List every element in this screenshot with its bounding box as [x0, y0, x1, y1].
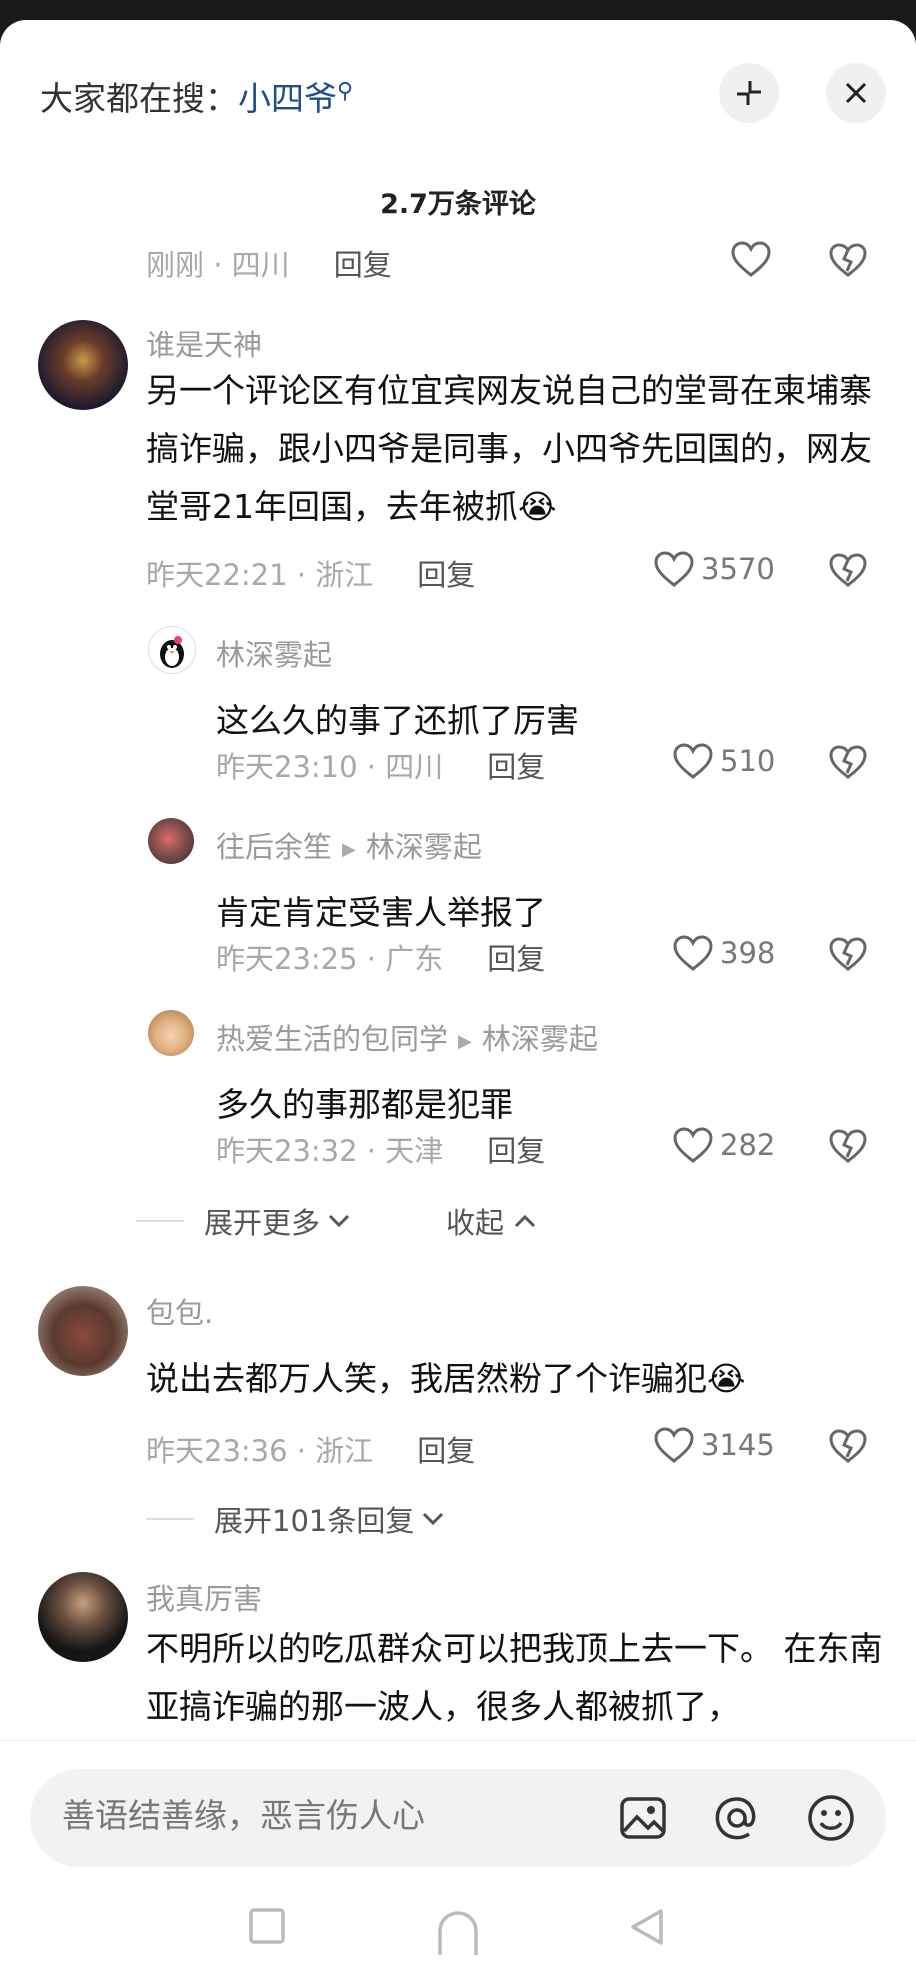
- like-button[interactable]: 510: [672, 742, 775, 780]
- square-icon: [249, 1908, 285, 1944]
- trending-prefix: 大家都在搜：: [40, 79, 238, 118]
- avatar[interactable]: [148, 626, 196, 674]
- heart-icon: [673, 1127, 713, 1163]
- collapse-button[interactable]: 收起: [446, 1200, 538, 1242]
- dislike-icon: [829, 937, 867, 971]
- reply-username[interactable]: 林深雾起: [216, 632, 332, 674]
- recent-apps-button[interactable]: [248, 1907, 286, 1949]
- heart-icon: [654, 551, 694, 587]
- avatar[interactable]: [38, 1572, 128, 1662]
- reply-button[interactable]: 回复: [417, 558, 475, 592]
- comment-text: 说出去都万人笑，我居然粉了个诈骗犯😭: [146, 1359, 746, 1398]
- divider: [136, 1220, 184, 1222]
- circle-icon: [438, 1911, 478, 1955]
- avatar[interactable]: [38, 1286, 128, 1376]
- trending-query[interactable]: 小四爷: [238, 79, 337, 118]
- chevron-down-icon: [328, 1214, 350, 1228]
- chevron-down-icon: [423, 1512, 444, 1526]
- back-button[interactable]: [628, 1907, 666, 1951]
- comment-input-bar: [0, 1740, 916, 1961]
- reply-button[interactable]: 回复: [487, 942, 545, 976]
- dislike-icon: [829, 745, 867, 779]
- comment-input[interactable]: [60, 1795, 584, 1836]
- like-count: 282: [720, 1128, 776, 1162]
- comment-username[interactable]: 包包.: [146, 1290, 213, 1332]
- like-count: 3570: [701, 552, 775, 586]
- avatar[interactable]: [148, 818, 194, 864]
- dislike-icon: [829, 1429, 867, 1463]
- divider: [146, 1518, 194, 1520]
- dislike-button[interactable]: [828, 1428, 868, 1468]
- emoji-button[interactable]: [806, 1793, 856, 1847]
- emoji-icon: [808, 1795, 854, 1841]
- like-count: 398: [720, 936, 776, 970]
- avatar[interactable]: [148, 1010, 194, 1056]
- reply-meta: 昨天23:25 · 广东 回复: [216, 942, 546, 976]
- home-button[interactable]: [434, 1907, 482, 1959]
- reply-button[interactable]: 回复: [487, 750, 545, 784]
- like-button[interactable]: 282: [672, 1126, 775, 1164]
- crying-emoji: 😭: [707, 1359, 746, 1398]
- reply-username[interactable]: 热爱生活的包同学 ▶ 林深雾起: [216, 1016, 598, 1058]
- penguin-icon: [160, 636, 184, 668]
- image-icon: [620, 1797, 666, 1839]
- heart-icon: [673, 743, 713, 779]
- reply-text: 多久的事那都是犯罪: [216, 1085, 513, 1124]
- comment-meta: 昨天22:21 · 浙江 回复: [146, 558, 476, 592]
- reply-button[interactable]: 回复: [334, 248, 392, 282]
- reply-username[interactable]: 往后余笙 ▶ 林深雾起: [216, 824, 482, 866]
- reply-text: 这么久的事了还抓了厉害: [216, 701, 579, 740]
- dislike-button[interactable]: [828, 242, 868, 282]
- like-button[interactable]: 3570: [653, 550, 775, 588]
- dislike-button[interactable]: [828, 936, 868, 976]
- minimize-icon: [737, 81, 761, 105]
- dislike-button[interactable]: [828, 744, 868, 784]
- crying-emoji: 😭: [518, 487, 557, 526]
- reply-button[interactable]: 回复: [487, 1134, 545, 1168]
- close-button[interactable]: [826, 63, 886, 123]
- comment-text: 不明所以的吃瓜群众可以把我顶上去一下。 在东南亚搞诈骗的那一波人，很多人都被抓了…: [146, 1629, 883, 1726]
- reply-arrow-icon: ▶: [458, 1030, 472, 1052]
- trending-search[interactable]: 大家都在搜：小四爷⚲: [40, 72, 353, 120]
- dislike-button[interactable]: [828, 552, 868, 592]
- image-button[interactable]: [618, 1793, 668, 1847]
- dislike-icon: [829, 1129, 867, 1163]
- comment-username[interactable]: 谁是天神: [146, 322, 262, 364]
- avatar[interactable]: [38, 320, 128, 410]
- comment-meta: 刚刚 · 四川 回复: [146, 248, 392, 282]
- like-button[interactable]: [730, 240, 778, 278]
- comment-input-box[interactable]: [30, 1769, 886, 1867]
- dislike-icon: [829, 243, 867, 277]
- like-button[interactable]: 398: [672, 934, 775, 972]
- comment-text: 另一个评论区有位宜宾网友说自己的堂哥在柬埔寨搞诈骗，跟小四爷是同事，小四爷先回国…: [146, 371, 872, 526]
- reply-button[interactable]: 回复: [417, 1434, 475, 1468]
- reply-meta: 昨天23:10 · 四川 回复: [216, 750, 546, 784]
- minimize-button[interactable]: [719, 63, 779, 123]
- back-icon: [631, 1909, 663, 1945]
- expand-more-button[interactable]: 展开更多: [136, 1200, 352, 1242]
- dislike-button[interactable]: [828, 1128, 868, 1168]
- heart-icon: [731, 241, 771, 277]
- reply-text: 肯定肯定受害人举报了: [216, 893, 546, 932]
- at-icon: [715, 1797, 756, 1840]
- heart-icon: [673, 935, 713, 971]
- reply-meta: 昨天23:32 · 天津 回复: [216, 1134, 546, 1168]
- heart-icon: [654, 1427, 694, 1463]
- comment-username[interactable]: 我真厉害: [146, 1576, 262, 1618]
- comment-count: 2.7万条评论: [380, 189, 536, 220]
- chevron-up-icon: [514, 1214, 536, 1228]
- comments-sheet: 大家都在搜：小四爷⚲ 2.7万条评论 刚刚 · 四川 回复 谁是天神 另一个评论区…: [0, 20, 916, 1961]
- expand-replies-button[interactable]: 展开101条回复: [146, 1498, 446, 1540]
- search-icon: ⚲: [337, 79, 354, 104]
- dislike-icon: [829, 553, 867, 587]
- like-count: 3145: [701, 1428, 775, 1462]
- mention-button[interactable]: [712, 1793, 762, 1847]
- like-count: 510: [720, 744, 776, 778]
- comment-meta: 昨天23:36 · 浙江 回复: [146, 1434, 476, 1468]
- close-icon: [845, 82, 867, 104]
- like-button[interactable]: 3145: [653, 1426, 775, 1464]
- reply-arrow-icon: ▶: [342, 838, 356, 860]
